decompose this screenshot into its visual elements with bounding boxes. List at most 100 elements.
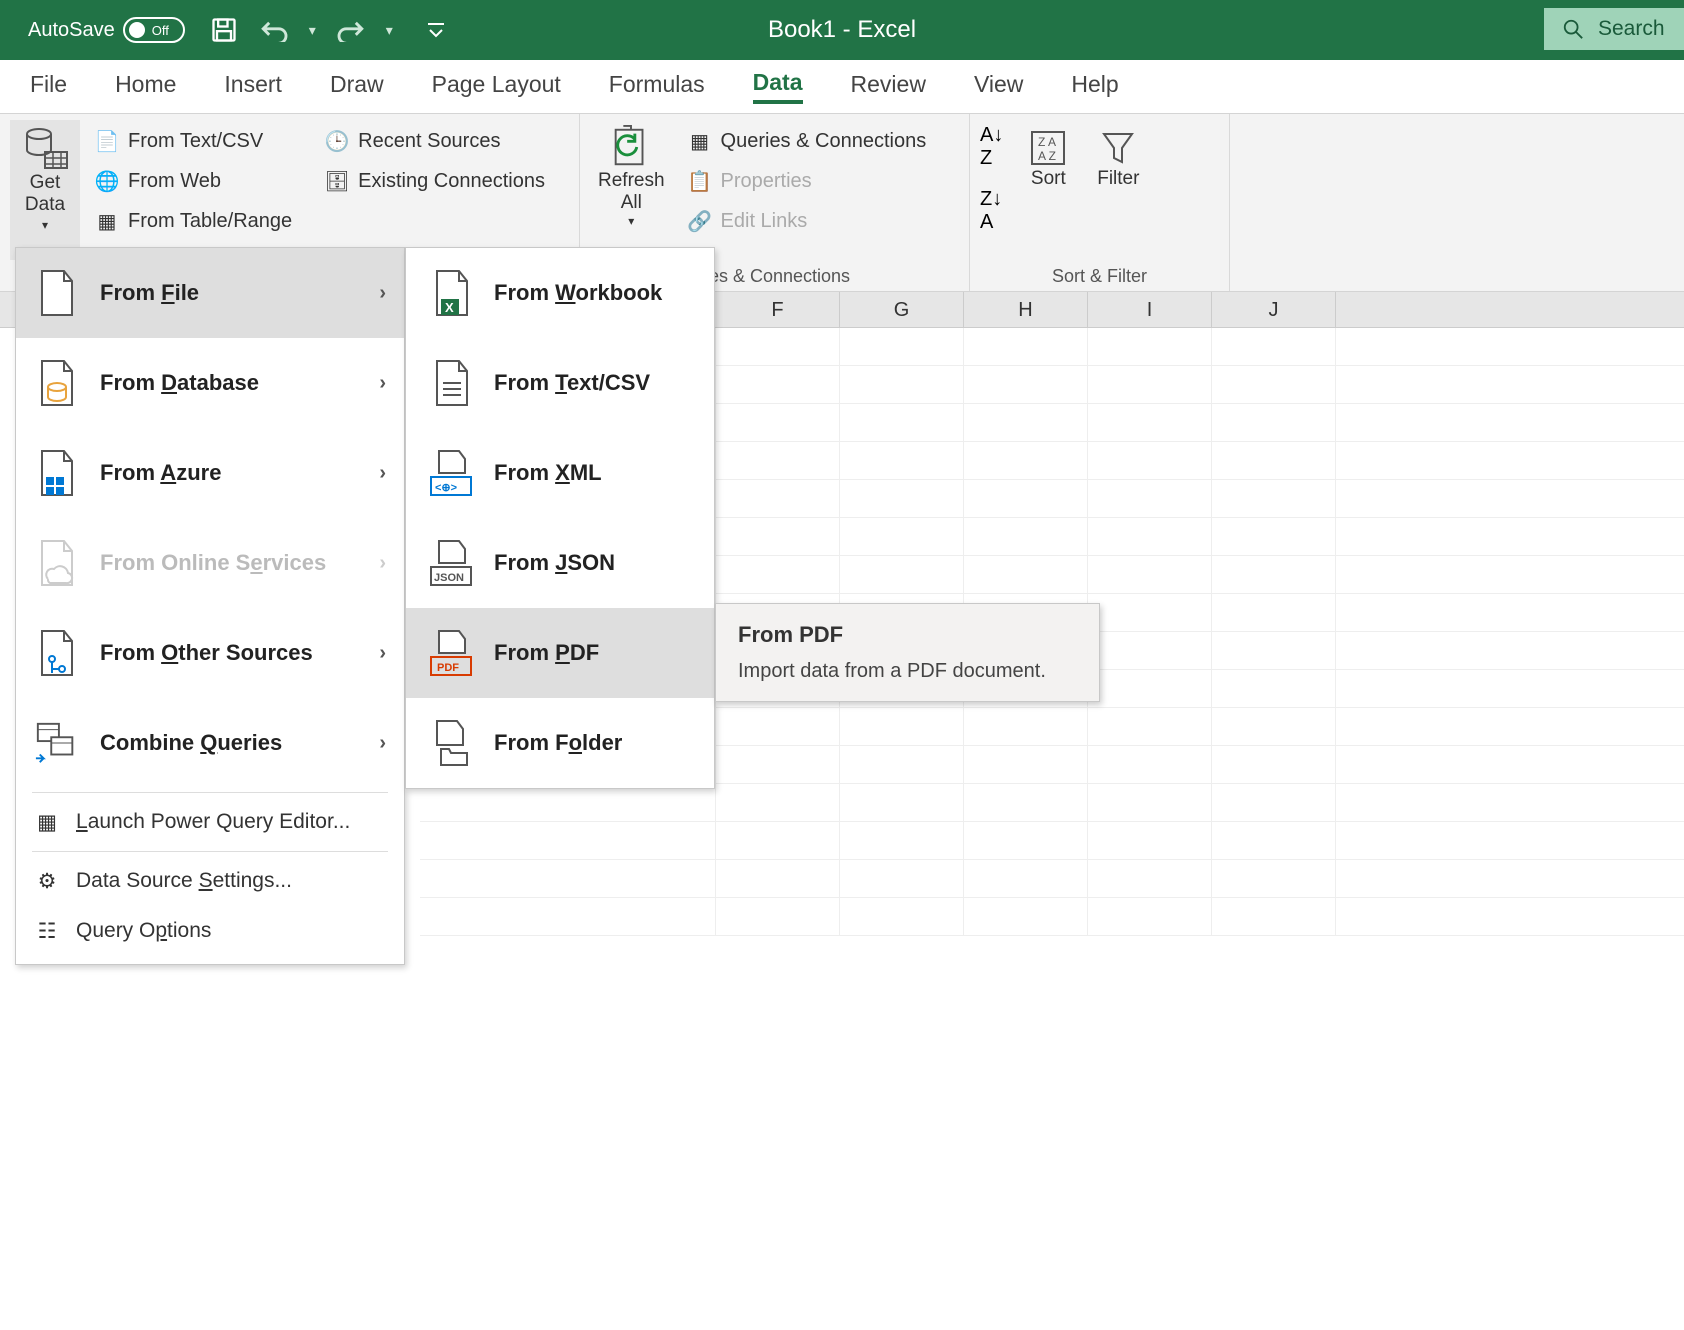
col-G[interactable]: G — [840, 292, 964, 327]
chevron-right-icon: › — [379, 462, 386, 485]
col-F[interactable]: F — [716, 292, 840, 327]
tab-formulas[interactable]: Formulas — [609, 71, 705, 102]
menu-from-online-services: From Online Services › — [16, 518, 404, 608]
col-I[interactable]: I — [1088, 292, 1212, 327]
sort-za-icon[interactable]: Z↓A — [980, 188, 1003, 234]
from-table-range-button[interactable]: ▦From Table/Range — [86, 204, 300, 238]
tab-draw[interactable]: Draw — [330, 71, 384, 102]
toggle-switch[interactable]: Off — [123, 17, 185, 43]
tooltip-title: From PDF — [738, 622, 1077, 648]
search-placeholder: Search — [1598, 17, 1665, 41]
from-web-button[interactable]: 🌐From Web — [86, 164, 300, 198]
menu-launch-pq-editor[interactable]: ▦ Launch Power Query Editor... — [16, 797, 404, 847]
toggle-state: Off — [152, 23, 169, 38]
menu-label: From Other Sources — [100, 640, 313, 666]
menu-from-text-csv[interactable]: From Text/CSV — [406, 338, 714, 428]
db-icon: 🗄 — [324, 168, 350, 194]
database-icon — [21, 124, 69, 172]
tab-help[interactable]: Help — [1071, 71, 1118, 102]
xml-icon: <⊕> — [428, 447, 474, 499]
sort-button[interactable]: Z AA Z Sort — [1013, 124, 1083, 190]
from-text-csv-button[interactable]: 📄From Text/CSV — [86, 124, 300, 158]
filter-button[interactable]: Filter — [1083, 124, 1153, 190]
save-icon[interactable] — [209, 15, 239, 45]
tab-view[interactable]: View — [974, 71, 1023, 102]
tooltip-description: Import data from a PDF document. — [738, 660, 1077, 683]
menu-from-database[interactable]: From Database › — [16, 338, 404, 428]
sort-az-icon[interactable]: A↓Z — [980, 124, 1003, 170]
sort-icon: Z AA Z — [1028, 128, 1068, 168]
col-J[interactable]: J — [1212, 292, 1336, 327]
menu-from-json[interactable]: JSON From JSON — [406, 518, 714, 608]
chevron-right-icon: › — [379, 732, 386, 755]
properties-icon: 📋 — [687, 168, 713, 194]
refresh-all-label: Refresh All — [598, 170, 665, 214]
json-icon: JSON — [428, 537, 474, 589]
menu-from-other-sources[interactable]: From Other Sources › — [16, 608, 404, 698]
menu-query-options[interactable]: ☷ Query Options — [16, 906, 404, 956]
folder-icon — [428, 717, 474, 769]
menu-data-source-settings[interactable]: ⚙ Data Source Settings... — [16, 856, 404, 906]
redo-icon[interactable] — [336, 15, 366, 45]
customize-qat-icon[interactable] — [421, 15, 451, 45]
svg-text:JSON: JSON — [434, 572, 464, 584]
svg-text:<⊕>: <⊕> — [435, 482, 457, 494]
redo-dropdown-icon[interactable]: ▾ — [386, 22, 393, 39]
pq-editor-icon: ▦ — [34, 809, 60, 835]
menu-from-pdf[interactable]: PDF From PDF — [406, 608, 714, 698]
file-cloud-icon — [34, 537, 80, 589]
chevron-right-icon: › — [379, 642, 386, 665]
recent-sources-button[interactable]: 🕒Recent Sources — [316, 124, 553, 158]
tab-page-layout[interactable]: Page Layout — [432, 71, 561, 102]
menu-from-workbook[interactable]: X From Workbook — [406, 248, 714, 338]
menu-from-file[interactable]: From File › — [16, 248, 404, 338]
file-web-icon: 🌐 — [94, 168, 120, 194]
window-title: Book1 - Excel — [768, 16, 916, 44]
menu-label: From XML — [494, 460, 602, 486]
pdf-icon: PDF — [428, 627, 474, 679]
tab-file[interactable]: File — [30, 71, 67, 102]
workbook-icon: X — [428, 267, 474, 319]
filter-icon — [1098, 128, 1138, 168]
tab-data[interactable]: Data — [753, 69, 803, 104]
get-data-button[interactable]: Get Data ▾ — [10, 120, 80, 260]
queries-connections-button[interactable]: ▦Queries & Connections — [679, 124, 935, 158]
menu-from-folder[interactable]: From Folder — [406, 698, 714, 788]
file-db-icon — [34, 357, 80, 409]
menu-from-azure[interactable]: From Azure › — [16, 428, 404, 518]
menu-combine-queries[interactable]: Combine Queries › — [16, 698, 404, 788]
properties-button: 📋Properties — [679, 164, 935, 198]
get-data-label: Get Data — [25, 172, 65, 216]
undo-dropdown-icon[interactable]: ▾ — [309, 22, 316, 39]
tooltip-from-pdf: From PDF Import data from a PDF document… — [715, 603, 1100, 702]
settings-icon: ⚙ — [34, 868, 60, 894]
undo-icon[interactable] — [259, 15, 289, 45]
refresh-icon — [608, 124, 654, 170]
menu-label: From Azure — [100, 460, 221, 486]
menu-label: Data Source Settings... — [76, 869, 292, 893]
refresh-all-button[interactable]: Refresh All ▾ — [590, 120, 673, 260]
chevron-right-icon: › — [379, 552, 386, 575]
autosave-toggle[interactable]: AutoSave Off — [28, 17, 185, 43]
existing-connections-button[interactable]: 🗄Existing Connections — [316, 164, 553, 198]
toggle-knob — [129, 22, 145, 38]
menu-separator — [32, 792, 388, 793]
text-csv-icon — [428, 357, 474, 409]
tab-insert[interactable]: Insert — [224, 71, 282, 102]
title-bar: AutoSave Off ▾ ▾ Book1 - Excel Search — [0, 0, 1684, 60]
link-icon: 🔗 — [687, 208, 713, 234]
menu-from-xml[interactable]: <⊕> From XML — [406, 428, 714, 518]
tab-review[interactable]: Review — [851, 71, 926, 102]
from-file-submenu: X From Workbook From Text/CSV <⊕> From X… — [405, 247, 715, 789]
menu-label: Query Options — [76, 919, 211, 943]
autosave-label: AutoSave — [28, 19, 115, 42]
get-data-menu: From File › From Database › From Azure ›… — [15, 247, 405, 965]
tab-home[interactable]: Home — [115, 71, 176, 102]
edit-links-button: 🔗Edit Links — [679, 204, 935, 238]
search-box[interactable]: Search — [1544, 8, 1684, 50]
chevron-right-icon: › — [379, 372, 386, 395]
menu-separator — [32, 851, 388, 852]
ribbon-tabs: File Home Insert Draw Page Layout Formul… — [0, 60, 1684, 114]
svg-text:Z A: Z A — [1038, 135, 1056, 149]
col-H[interactable]: H — [964, 292, 1088, 327]
